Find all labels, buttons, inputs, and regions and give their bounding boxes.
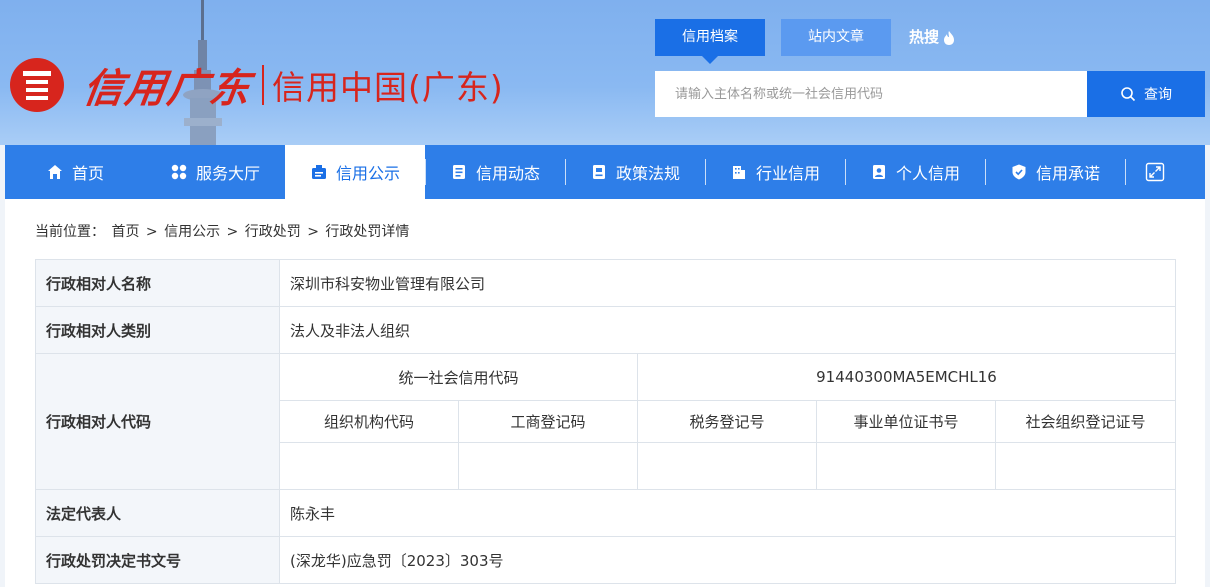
breadcrumb-item-penalty-detail: 行政处罚详情 — [325, 224, 410, 240]
nav-item-label: 信用承诺 — [1035, 164, 1100, 183]
uscc-label: 统一社会信用代码 — [279, 353, 638, 401]
site-header: 信用广东 信用中国(广东) 信用档案 站内文章 热搜 查询 — [0, 0, 1210, 145]
breadcrumb-item-home[interactable]: 首页 — [111, 224, 139, 240]
nav-item-credit-disclosure[interactable]: 信用公示 — [285, 145, 425, 199]
nav-item-label: 首页 — [71, 164, 104, 183]
uscc-value: 91440300MA5EMCHL16 — [637, 353, 1176, 401]
main-content: 当前位置： 首页 > 信用公示 > 行政处罚 > 行政处罚详情 行政相对人名称 … — [5, 199, 1205, 587]
nav-item-home[interactable]: 首页 — [5, 145, 145, 199]
policy-icon — [592, 165, 605, 179]
nav-item-industry-credit[interactable]: 行业信用 — [705, 145, 845, 199]
institution-cert-label: 事业单位证书号 — [816, 400, 996, 443]
breadcrumb-separator: > — [226, 224, 239, 240]
table-row: 行政相对人名称 深圳市科安物业管理有限公司 — [35, 259, 1176, 307]
penalty-detail-table: 行政相对人名称 深圳市科安物业管理有限公司 行政相对人类别 法人及非法人组织 行… — [35, 259, 1176, 584]
tab-site-articles[interactable]: 站内文章 — [781, 19, 891, 56]
site-logo[interactable]: 信用广东 信用中国(广东) — [8, 50, 504, 120]
announce-icon — [311, 165, 326, 179]
main-nav: 首页 服务大厅 信用公示 信用动态 政策法规 行业信用 个人信用 信用承诺 — [5, 145, 1205, 199]
social-org-cert-value — [995, 442, 1176, 490]
nav-expand-button[interactable] — [1125, 145, 1185, 199]
name-label: 行政相对人名称 — [35, 259, 280, 307]
business-reg-label: 工商登记码 — [458, 400, 638, 443]
institution-cert-value — [816, 442, 996, 490]
nav-item-label: 信用动态 — [475, 164, 540, 183]
nav-item-label: 个人信用 — [895, 164, 960, 183]
table-row: 行政处罚决定书文号 (深龙华)应急罚〔2023〕303号 — [35, 536, 1176, 584]
nav-item-credit-news[interactable]: 信用动态 — [425, 145, 565, 199]
breadcrumb-item-credit-disclosure[interactable]: 信用公示 — [164, 224, 220, 240]
nav-item-credit-commitment[interactable]: 信用承诺 — [985, 145, 1125, 199]
breadcrumb-separator: > — [307, 224, 319, 240]
breadcrumb-item-admin-penalty[interactable]: 行政处罚 — [245, 224, 301, 240]
breadcrumb: 当前位置： 首页 > 信用公示 > 行政处罚 > 行政处罚详情 — [35, 221, 411, 241]
breadcrumb-separator: > — [145, 224, 158, 240]
legal-rep-value: 陈永丰 — [279, 489, 1176, 537]
nav-item-label: 信用公示 — [335, 164, 400, 183]
search-button[interactable]: 查询 — [1087, 71, 1205, 117]
business-reg-value — [458, 442, 638, 490]
nav-item-personal-credit[interactable]: 个人信用 — [845, 145, 985, 199]
nav-item-label: 服务大厅 — [195, 164, 260, 183]
nav-item-service-hall[interactable]: 服务大厅 — [145, 145, 285, 199]
hot-search-label: 热搜 — [909, 28, 940, 46]
table-row: 法定代表人 陈永丰 — [35, 489, 1176, 537]
nav-item-label: 政策法规 — [615, 164, 680, 183]
decision-value: (深龙华)应急罚〔2023〕303号 — [279, 536, 1176, 584]
tax-reg-value — [637, 442, 817, 490]
logo-separator — [262, 65, 264, 105]
search-input[interactable] — [655, 71, 1087, 117]
name-value: 深圳市科安物业管理有限公司 — [279, 259, 1176, 307]
breadcrumb-prefix: 当前位置： — [35, 224, 105, 240]
nav-item-label: 行业信用 — [755, 164, 820, 183]
flame-icon — [944, 30, 955, 45]
expand-icon — [1145, 162, 1165, 182]
table-row: 行政相对人类别 法人及非法人组织 — [35, 306, 1176, 354]
legal-rep-label: 法定代表人 — [35, 489, 280, 537]
search-bar: 查询 — [655, 71, 1205, 117]
type-value: 法人及非法人组织 — [279, 306, 1176, 354]
news-icon — [452, 165, 465, 179]
social-org-cert-label: 社会组织登记证号 — [995, 400, 1176, 443]
shield-icon — [1012, 164, 1026, 180]
nav-item-policy[interactable]: 政策法规 — [565, 145, 705, 199]
logo-script-text: 信用广东 — [80, 65, 255, 112]
tab-hot-search[interactable]: 热搜 — [909, 19, 956, 56]
search-icon — [1121, 87, 1136, 102]
org-code-value — [279, 442, 459, 490]
id-card-icon — [872, 165, 885, 179]
type-label: 行政相对人类别 — [35, 306, 280, 354]
tax-reg-label: 税务登记号 — [637, 400, 817, 443]
tab-credit-archive[interactable]: 信用档案 — [655, 19, 765, 64]
building-icon — [732, 166, 745, 179]
top-tabs: 信用档案 站内文章 热搜 — [655, 19, 956, 64]
decision-label: 行政处罚决定书文号 — [35, 536, 280, 584]
table-row: 行政相对人代码 统一社会信用代码 91440300MA5EMCHL16 — [35, 353, 1176, 490]
logo-mark-icon — [10, 58, 64, 112]
home-icon — [47, 165, 62, 179]
grid-icon — [171, 164, 187, 180]
search-button-label: 查询 — [1144, 87, 1172, 103]
code-label: 行政相对人代码 — [35, 353, 280, 490]
logo-site-name: 信用中国(广东) — [272, 68, 504, 107]
org-code-label: 组织机构代码 — [279, 400, 459, 443]
